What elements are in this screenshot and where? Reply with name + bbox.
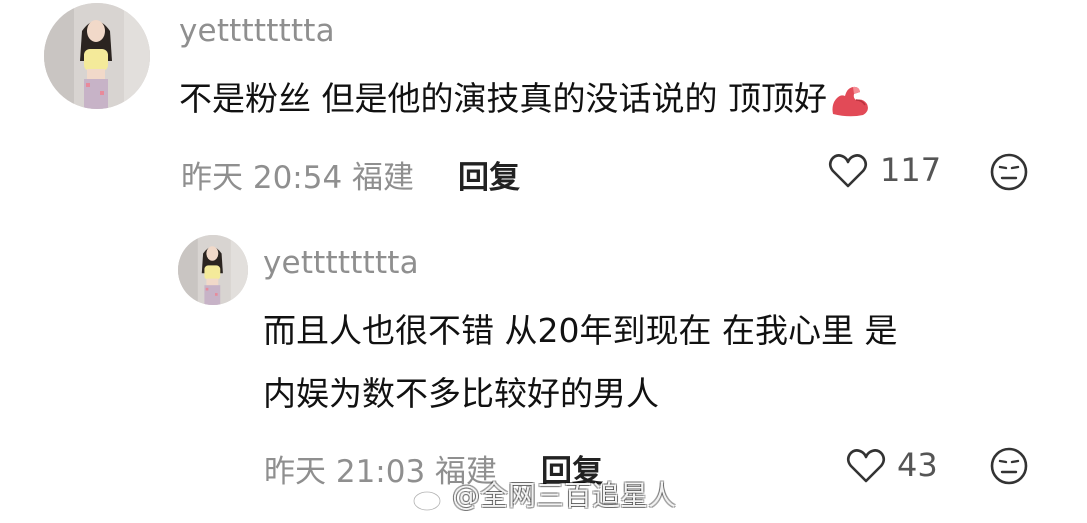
weibo-logo-icon [412,484,447,512]
comment-text-content: 不是粉丝 但是他的演技真的没话说的 顶顶好 [179,79,827,118]
avatar-image [178,235,248,305]
heart-icon[interactable] [846,448,886,484]
watermark: @全网三百追星人 [412,474,676,514]
comment-text-line: 而且人也很不错 从20年到现在 在我心里 是 [263,311,898,350]
comment-text-line: 内娱为数不多比较好的男人 [263,374,659,413]
heart-icon[interactable] [828,153,868,189]
like-count: 117 [880,151,942,189]
comment-text: 不是粉丝 但是他的演技真的没话说的 顶顶好 [179,72,871,126]
dislike-face-icon[interactable] [989,152,1029,192]
watermark-text: @全网三百追星人 [452,479,677,512]
avatar[interactable] [44,3,150,109]
avatar[interactable] [178,235,248,305]
reply-button[interactable]: 回复 [458,152,520,197]
dislike-face-icon[interactable] [989,446,1029,486]
comment-meta: 昨天 20:54 福建 [181,160,415,196]
flexed-biceps-icon [832,86,868,116]
like-count: 43 [897,446,938,484]
username[interactable]: yetttttttta [263,245,419,281]
username[interactable]: yetttttttta [179,13,335,49]
avatar-image [44,3,150,109]
